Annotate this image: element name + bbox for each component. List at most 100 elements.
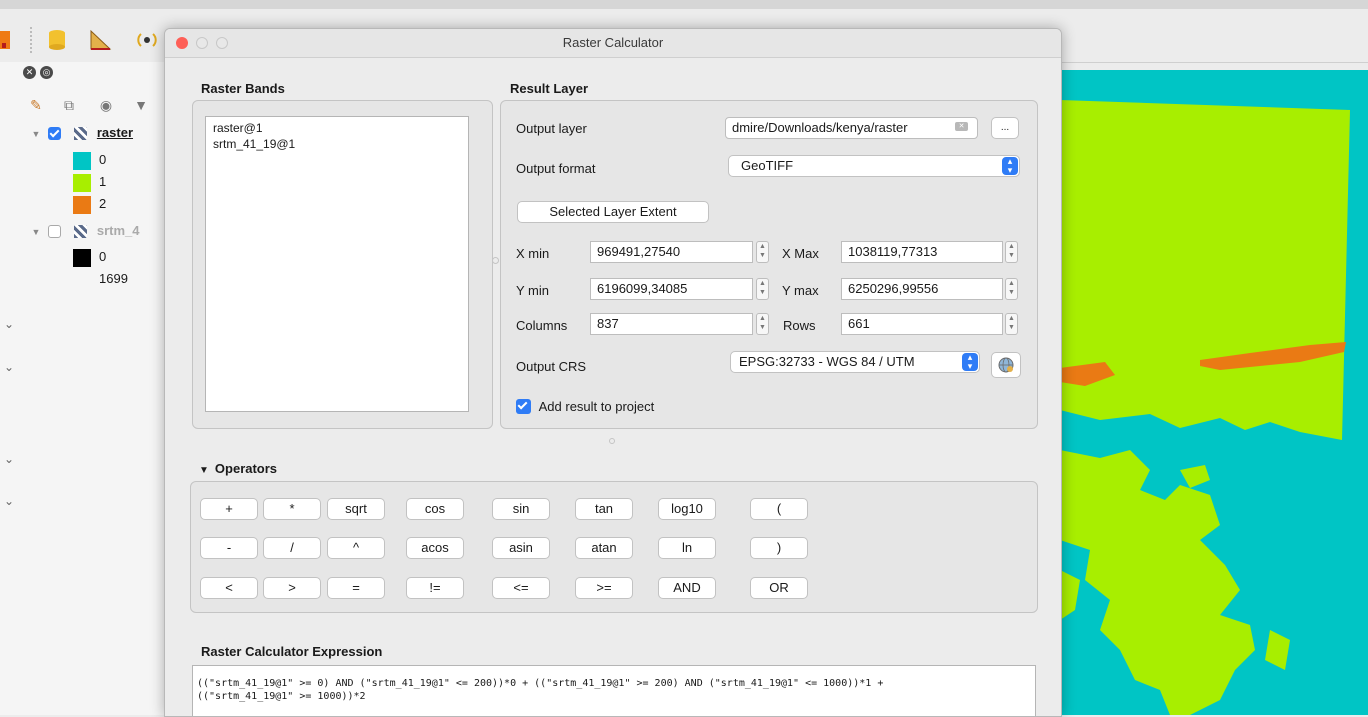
expression-editor[interactable]: (("srtm_41_19@1" >= 0) AND ("srtm_41_19@…	[192, 665, 1036, 716]
xmin-spinner[interactable]: ▲ ▼	[756, 241, 769, 263]
operator-button[interactable]: -	[200, 537, 258, 559]
legend-item: 0	[73, 247, 106, 267]
band-item-srtm[interactable]: srtm_41_19@1	[213, 137, 295, 151]
chevron-down-icon[interactable]: ⌄	[4, 360, 14, 374]
raster-bands-list[interactable]: raster@1 srtm_41_19@1	[205, 116, 469, 412]
operator-button[interactable]: >	[263, 577, 321, 599]
float-panel-icon[interactable]: ◎	[40, 66, 53, 79]
operator-button[interactable]: sqrt	[327, 498, 385, 520]
legend-label: 1699	[99, 271, 128, 286]
dialog-title: Raster Calculator	[562, 35, 664, 50]
raster-map	[1060, 70, 1368, 715]
operator-button[interactable]: (	[750, 498, 808, 520]
ymin-label: Y min	[516, 283, 549, 298]
add-group-icon[interactable]: ⧉	[60, 96, 78, 114]
operator-button[interactable]: /	[263, 537, 321, 559]
output-layer-value: dmire/Downloads/kenya/raster	[732, 120, 908, 135]
dialog-titlebar[interactable]: Raster Calculator	[165, 29, 1061, 58]
operators-title: Operators	[214, 461, 278, 476]
add-to-project-row[interactable]: Add result to project	[516, 398, 654, 415]
operator-button[interactable]: <=	[492, 577, 550, 599]
operator-button[interactable]: >=	[575, 577, 633, 599]
operator-button[interactable]: acos	[406, 537, 464, 559]
operator-button[interactable]: atan	[575, 537, 633, 559]
output-layer-field[interactable]: dmire/Downloads/kenya/raster	[725, 117, 978, 139]
columns-label: Columns	[516, 318, 568, 333]
legend-swatch	[73, 173, 91, 192]
xmin-field[interactable]: 969491,27540	[590, 241, 753, 263]
splitter-handle[interactable]	[609, 438, 615, 444]
new-project-icon[interactable]	[0, 27, 22, 53]
updown-chevron-icon: ▴ ▾	[1002, 157, 1018, 175]
filter-icon[interactable]: ▼	[132, 96, 150, 114]
layer-checkbox-srtm[interactable]	[47, 225, 61, 239]
legend-label: 0	[99, 249, 107, 264]
operator-button[interactable]: sin	[492, 498, 550, 520]
raster-layer-icon	[74, 127, 88, 141]
operator-button[interactable]: tan	[575, 498, 633, 520]
operators-header[interactable]: ▼ Operators	[199, 461, 277, 476]
layer-row-srtm[interactable]: ▼ srtm_4	[28, 221, 140, 241]
chevron-down-icon[interactable]: ⌄	[4, 317, 14, 331]
ymax-label: Y max	[782, 283, 819, 298]
splitter-handle[interactable]	[492, 257, 499, 264]
output-crs-label: Output CRS	[516, 359, 587, 374]
xmax-spinner[interactable]: ▲ ▼	[1005, 241, 1018, 263]
map-canvas[interactable]	[1060, 70, 1368, 715]
columns-field[interactable]: 837	[590, 313, 753, 335]
operator-button[interactable]: )	[750, 537, 808, 559]
legend-item: 1	[73, 172, 106, 192]
legend-item: 1699	[99, 269, 128, 289]
rows-field[interactable]: 661	[841, 313, 1003, 335]
visibility-eye-icon[interactable]: ◉	[97, 96, 115, 114]
operator-button[interactable]: OR	[750, 577, 808, 599]
operator-button[interactable]: AND	[658, 577, 716, 599]
expand-icon[interactable]: ▼	[28, 124, 44, 144]
legend-swatch	[73, 195, 91, 214]
operator-button[interactable]: asin	[492, 537, 550, 559]
result-layer-group	[500, 100, 1038, 429]
add-to-project-checkbox[interactable]	[516, 399, 531, 415]
updown-chevron-icon: ▴ ▾	[962, 353, 978, 371]
legend-label: 1	[99, 174, 107, 189]
output-crs-select[interactable]: EPSG:32733 - WGS 84 / UTM ▴ ▾	[730, 351, 980, 373]
output-layer-label: Output layer	[516, 121, 587, 136]
legend-swatch	[73, 248, 91, 267]
layer-name: srtm_4	[96, 223, 140, 238]
operator-button[interactable]: log10	[658, 498, 716, 520]
band-item-raster[interactable]: raster@1	[213, 121, 263, 135]
operator-button[interactable]: =	[327, 577, 385, 599]
ymax-field[interactable]: 6250296,99556	[841, 278, 1003, 300]
crs-selector-button[interactable]	[991, 352, 1021, 378]
clear-field-icon[interactable]: ✕	[955, 122, 968, 131]
layer-row-raster[interactable]: ▼ raster	[28, 123, 133, 143]
toolbar-separator	[30, 27, 34, 53]
xmin-label: X min	[516, 246, 550, 261]
style-brush-icon[interactable]: ✎	[27, 96, 45, 114]
selected-layer-extent-button[interactable]: Selected Layer Extent	[517, 201, 709, 223]
gps-icon[interactable]	[134, 27, 160, 53]
measure-icon[interactable]	[88, 27, 114, 53]
database-icon[interactable]	[44, 27, 70, 53]
layer-checkbox-raster[interactable]	[47, 127, 61, 141]
browse-output-button[interactable]: ...	[991, 117, 1019, 139]
columns-spinner[interactable]: ▲ ▼	[756, 313, 769, 335]
chevron-down-icon[interactable]: ⌄	[4, 452, 14, 466]
output-format-select[interactable]: GeoTIFF ▴ ▾	[728, 155, 1020, 177]
operator-button[interactable]: *	[263, 498, 321, 520]
close-panel-icon[interactable]: ✕	[23, 66, 36, 79]
operator-button[interactable]: +	[200, 498, 258, 520]
rows-spinner[interactable]: ▲ ▼	[1005, 313, 1018, 335]
ymax-spinner[interactable]: ▲ ▼	[1005, 278, 1018, 300]
xmax-field[interactable]: 1038119,77313	[841, 241, 1003, 263]
ymin-spinner[interactable]: ▲ ▼	[756, 278, 769, 300]
chevron-down-icon[interactable]: ⌄	[4, 494, 14, 508]
operator-button[interactable]: cos	[406, 498, 464, 520]
operator-button[interactable]: !=	[406, 577, 464, 599]
operator-button[interactable]: ^	[327, 537, 385, 559]
operator-button[interactable]: ln	[658, 537, 716, 559]
expand-icon[interactable]: ▼	[28, 222, 44, 242]
ymin-field[interactable]: 6196099,34085	[590, 278, 753, 300]
output-format-label: Output format	[516, 161, 596, 176]
operator-button[interactable]: <	[200, 577, 258, 599]
